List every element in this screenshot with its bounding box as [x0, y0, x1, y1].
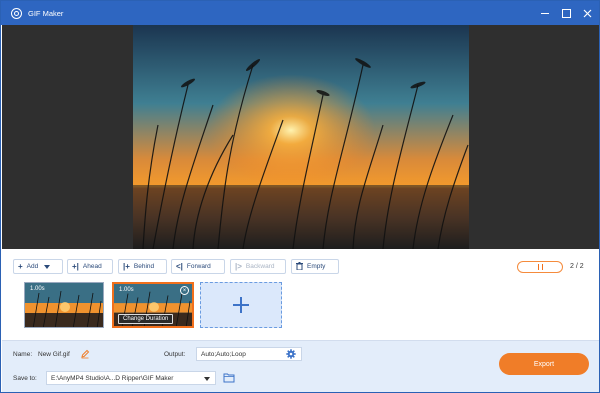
name-label: Name:	[13, 351, 33, 358]
close-icon[interactable]	[579, 5, 595, 21]
empty-button[interactable]: Empty	[291, 259, 339, 274]
export-button[interactable]: Export	[499, 353, 589, 375]
save-path-value: E:\AnyMP4 Studio\A...D Ripper\GIF Maker	[51, 374, 174, 382]
gear-icon[interactable]	[286, 349, 296, 359]
preview-image	[133, 25, 469, 249]
settings-panel: Name: New Gif.gif Output: Auto;Auto;Loop…	[2, 340, 599, 392]
behind-button[interactable]: |+ Behind	[118, 259, 167, 274]
move-backward-icon: |>	[235, 261, 242, 271]
ahead-label: Ahead	[82, 263, 102, 270]
move-forward-icon: <|	[176, 261, 183, 271]
plus-icon: +	[18, 261, 23, 271]
app-logo-icon	[11, 8, 22, 19]
title-bar: GIF Maker	[1, 1, 599, 25]
save-path-select[interactable]: E:\AnyMP4 Studio\A...D Ripper\GIF Maker	[46, 371, 216, 385]
backward-label: Backward	[245, 263, 275, 270]
gif-name: New Gif.gif	[38, 351, 70, 358]
insert-ahead-icon: +|	[72, 261, 79, 271]
empty-label: Empty	[307, 263, 326, 270]
minimize-icon[interactable]	[537, 5, 553, 21]
remove-frame-icon[interactable]: ×	[180, 286, 189, 295]
insert-behind-icon: |+	[123, 261, 130, 271]
forward-label: Forward	[186, 263, 211, 270]
chevron-down-icon[interactable]	[204, 377, 210, 381]
forward-button[interactable]: <| Forward	[171, 259, 225, 274]
frame-toolbar: + Add +| Ahead |+ Behind <| Forward |> B…	[1, 257, 599, 277]
ahead-button[interactable]: +| Ahead	[67, 259, 113, 274]
add-button[interactable]: + Add	[13, 259, 63, 274]
preview-area	[2, 25, 599, 249]
pause-icon	[537, 264, 543, 270]
window-title: GIF Maker	[28, 9, 64, 18]
frame-counter: 2 / 2	[570, 263, 584, 270]
maximize-icon[interactable]	[558, 5, 574, 21]
gif-maker-window: GIF Maker + Add +| Ahead |+ Behind <| Fo…	[0, 0, 600, 393]
output-label: Output:	[164, 351, 186, 358]
edit-name-icon[interactable]	[80, 349, 90, 359]
pause-button[interactable]	[517, 261, 563, 273]
frame-duration: 1.00s	[119, 287, 134, 293]
behind-label: Behind	[133, 263, 155, 270]
backward-button[interactable]: |> Backward	[230, 259, 286, 274]
add-label: Add	[26, 263, 39, 270]
change-duration-button[interactable]: Change Duration	[118, 314, 174, 324]
folder-icon[interactable]	[223, 372, 235, 383]
output-value: Auto;Auto;Loop	[201, 350, 246, 358]
frame-thumbnail[interactable]: 1.00s	[24, 282, 104, 328]
chevron-down-icon[interactable]	[44, 264, 51, 269]
add-frame-button[interactable]	[200, 282, 282, 328]
save-to-label: Save to:	[13, 375, 37, 382]
frame-thumbnail-selected[interactable]: 1.00s × Change Duration	[112, 282, 194, 328]
plus-icon	[233, 297, 249, 313]
frame-duration: 1.00s	[30, 286, 45, 292]
trash-icon	[296, 261, 303, 272]
